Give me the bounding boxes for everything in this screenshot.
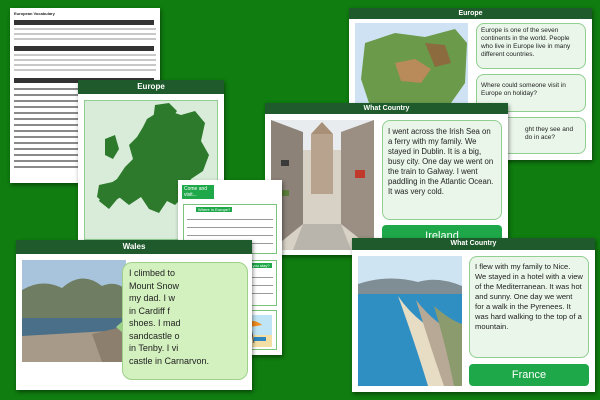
ko-text-line [14, 148, 84, 150]
ko-text-line [14, 118, 84, 120]
france-sheet: What Country I flew with my family to Ni… [352, 238, 595, 392]
dublin-street-photo [271, 120, 374, 250]
europe-questions-header: Europe [349, 8, 592, 19]
ko-text-line [14, 100, 84, 102]
ko-row [14, 59, 156, 61]
ko-row [14, 54, 156, 56]
wales-line-5: sandcastle o [129, 330, 180, 341]
wales-speech-bubble: I climbed to Mount Snow my dad. I w in C… [116, 262, 248, 380]
wales-line-1: Mount Snow [129, 280, 180, 291]
ko-row [14, 33, 156, 35]
ireland-header: What Country [265, 103, 508, 114]
france-story-card: I flew with my family to Nice. We stayed… [469, 256, 589, 358]
ko-text-line [14, 142, 84, 144]
france-header: What Country [352, 238, 595, 250]
ireland-sheet: What Country I went across the Irish Sea… [265, 103, 508, 255]
wales-line-6: in Tenby. I vi [129, 343, 179, 353]
ko-header-bar [14, 20, 154, 25]
wales-line-3: in Cardiff f [129, 305, 170, 316]
wales-line-4: shoes. I mad [129, 318, 181, 328]
ko-header-bar [14, 46, 154, 51]
british-isles-landmass [105, 135, 119, 159]
ko-text-line [14, 88, 84, 90]
ko-text-line [14, 154, 84, 156]
knowledge-organiser-title: European Vocabulary [14, 11, 55, 16]
ko-row [14, 38, 156, 40]
ireland-story-card: I went across the Irish Sea on a ferry w… [382, 120, 502, 220]
europe-info-text: Europe is one of the seven continents in… [481, 27, 571, 58]
ko-row [14, 28, 156, 30]
europe-question-text: Where could someone visit in Europe on h… [481, 82, 566, 97]
ko-row [14, 69, 156, 71]
nice-coastline-photo [358, 256, 462, 386]
wales-header: Wales [16, 240, 252, 254]
ireland-story-text: I went across the Irish Sea on a ferry w… [388, 127, 494, 196]
come-and-visit-text: Come and visit... [184, 186, 208, 198]
ko-text-line [14, 112, 84, 114]
ko-text-line [14, 136, 84, 138]
wales-landscape-photo [22, 260, 126, 362]
ko-text-line [14, 130, 84, 132]
where-in-europe-tag: Where in Europe? [196, 207, 233, 212]
speech-bubble-tail [116, 321, 123, 333]
ko-row [14, 64, 156, 66]
ko-text-line [14, 166, 84, 168]
ko-text-line [14, 94, 84, 96]
writing-line [187, 219, 273, 220]
wales-sheet: Wales I climbed to Mount Snow my dad. I … [16, 240, 252, 390]
writing-line [187, 235, 273, 236]
europe-question-text-2: ght they see and do in ace? [525, 126, 574, 141]
france-answer-label: France [469, 364, 589, 386]
wales-line-7: castle in Carnarvon. [129, 355, 210, 366]
europe-info-card: Europe is one of the seven continents in… [476, 23, 586, 69]
ko-text-line [14, 160, 84, 162]
ko-text-line [14, 124, 84, 126]
ko-text-line [14, 106, 84, 108]
wales-line-2: my dad. I w [129, 293, 176, 303]
france-story-text: I flew with my family to Nice. We stayed… [475, 262, 583, 331]
writing-line [187, 227, 273, 228]
wales-line-0: I climbed to [129, 268, 176, 278]
europe-map-header: Europe [78, 80, 224, 94]
come-and-visit-label: Come and visit... [182, 185, 214, 199]
